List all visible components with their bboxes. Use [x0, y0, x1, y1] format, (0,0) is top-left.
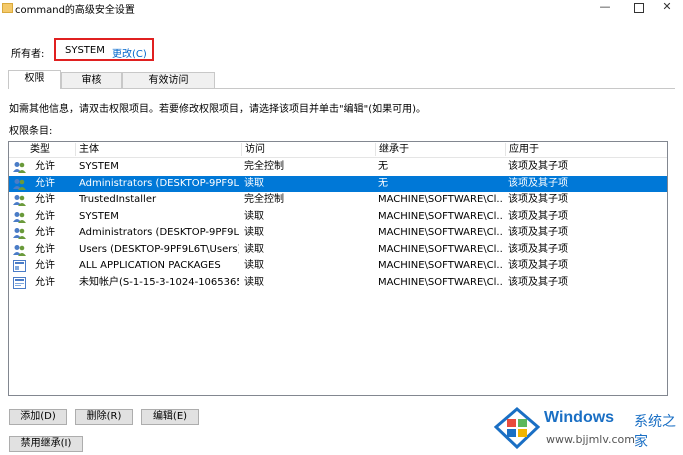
- cell-type: 允许: [35, 227, 55, 238]
- table-row[interactable]: 允许 Users (DESKTOP-9PF9L6T\Users) 读取 MACHINE…: [9, 242, 667, 258]
- cell-inherited: MACHINE\SOFTWARE\Cl...: [378, 194, 502, 205]
- cell-type: 允许: [35, 276, 55, 288]
- table-row[interactable]: 允许 Administrators (DESKTOP-9PF9L... 读取 无 该项及…: [9, 175, 667, 192]
- cell-access: 读取: [244, 276, 264, 288]
- cell-type: 允许: [35, 243, 55, 255]
- users-icon: [13, 211, 26, 223]
- cell-applies: 该项及其子项: [508, 243, 568, 255]
- minimize-button[interactable]: —: [588, 0, 622, 16]
- tab-permissions[interactable]: 权限: [8, 70, 61, 89]
- title-bar: command的高级安全设置 — ✕: [0, 0, 683, 20]
- info-text: 如需其他信息，请双击权限项目。若要修改权限项目，请选择该项目并单击"编辑"(如果…: [9, 104, 427, 115]
- list-header: 类型 主体 访问 继承于 应用于: [9, 142, 667, 158]
- watermark-cn: 系统之家: [634, 414, 676, 450]
- column-header-applies[interactable]: 应用于: [505, 143, 667, 156]
- remove-button[interactable]: 删除(R): [75, 409, 133, 425]
- column-header-access[interactable]: 访问: [241, 143, 375, 156]
- cell-applies: 该项及其子项: [508, 194, 568, 205]
- table-row[interactable]: 允许 TrustedInstaller 完全控制 MACHINE\SOFTWARE\C…: [9, 192, 667, 208]
- cell-inherited: MACHINE\SOFTWARE\Cl...: [378, 276, 502, 288]
- permission-entries-list[interactable]: 类型 主体 访问 继承于 应用于 允许 SYSTEM 完全控制无该项及其子项 允许 Ad…: [8, 141, 668, 396]
- cell-applies: 该项及其子项: [508, 227, 568, 238]
- cell-principal: SYSTEM: [79, 161, 119, 172]
- cell-inherited: MACHINE\SOFTWARE\Cl...: [378, 227, 502, 238]
- folder-icon: [2, 3, 13, 13]
- users-icon: [13, 227, 26, 239]
- cell-applies: 该项及其子项: [508, 260, 568, 271]
- column-header-principal[interactable]: 主体: [75, 143, 241, 156]
- cell-access: 读取: [244, 177, 264, 189]
- close-button[interactable]: ✕: [650, 0, 683, 16]
- owner-value: SYSTEM: [65, 45, 105, 56]
- cell-type: 允许: [35, 177, 55, 189]
- maximize-icon: [634, 3, 644, 13]
- owner-change-link[interactable]: 更改(C): [112, 45, 147, 60]
- owner-label: 所有者:: [11, 49, 45, 60]
- cell-principal: ALL APPLICATION PACKAGES: [79, 260, 221, 271]
- cell-access: 读取: [244, 260, 264, 271]
- cell-inherited: 无: [378, 161, 388, 172]
- table-row[interactable]: 允许 Administrators (DESKTOP-9PF9L... 读取 MACH…: [9, 225, 667, 241]
- cell-type: 允许: [35, 210, 55, 222]
- disable-inheritance-button[interactable]: 禁用继承(I): [9, 436, 83, 452]
- column-header-type[interactable]: 类型: [27, 143, 75, 156]
- edit-button[interactable]: 编辑(E): [141, 409, 199, 425]
- cell-applies: 该项及其子项: [508, 161, 568, 172]
- cell-inherited: MACHINE\SOFTWARE\Cl...: [378, 260, 502, 271]
- table-row[interactable]: 允许 SYSTEM 读取 MACHINE\SOFTWARE\Cl... 该项及其子项: [9, 209, 667, 225]
- window-title: command的高级安全设置: [15, 5, 135, 16]
- table-row[interactable]: 允许 SYSTEM 完全控制 无 该项及其子项: [9, 159, 667, 175]
- cell-principal: Administrators (DESKTOP-9PF9L...: [79, 227, 239, 238]
- cell-type: 允许: [35, 161, 55, 172]
- cell-access: 完全控制: [244, 194, 284, 205]
- cell-inherited: 无: [378, 177, 388, 189]
- cell-principal: Administrators (DESKTOP-9PF9L...: [79, 177, 239, 189]
- tab-divider: [8, 88, 675, 89]
- users-icon: [13, 178, 26, 190]
- watermark-url: www.bjjmlv.com: [546, 433, 635, 446]
- table-row[interactable]: 允许 ALL APPLICATION PACKAGES 读取 MACHINE\SOFT…: [9, 258, 667, 274]
- tab-effective-access[interactable]: 有效访问: [122, 72, 215, 89]
- cell-type: 允许: [35, 194, 55, 205]
- users-icon: [13, 244, 26, 256]
- users-icon: [13, 161, 26, 173]
- watermark-brand: Windows: [544, 409, 615, 426]
- package-icon: [13, 260, 26, 272]
- cell-inherited: MACHINE\SOFTWARE\Cl...: [378, 243, 502, 255]
- unknown-account-icon: [13, 276, 26, 289]
- table-row[interactable]: 允许 未知帐户(S-1-15-3-1024-1065365... 读取 MACHINE…: [9, 275, 667, 291]
- cell-principal: Users (DESKTOP-9PF9L6T\Users): [79, 243, 239, 255]
- cell-access: 读取: [244, 227, 264, 238]
- users-icon: [13, 194, 26, 206]
- windows-logo-icon: [494, 407, 540, 449]
- cell-applies: 该项及其子项: [508, 210, 568, 222]
- add-button[interactable]: 添加(D): [9, 409, 67, 425]
- cell-applies: 该项及其子项: [508, 177, 568, 189]
- cell-principal: 未知帐户(S-1-15-3-1024-1065365...: [79, 276, 239, 288]
- cell-principal: SYSTEM: [79, 210, 119, 222]
- watermark: Windows 系统之家 www.bjjmlv.com: [494, 405, 683, 455]
- cell-inherited: MACHINE\SOFTWARE\Cl...: [378, 210, 502, 222]
- cell-access: 完全控制: [244, 161, 284, 172]
- cell-access: 读取: [244, 210, 264, 222]
- column-header-inherited[interactable]: 继承于: [375, 143, 505, 156]
- cell-principal: TrustedInstaller: [79, 194, 157, 205]
- cell-access: 读取: [244, 243, 264, 255]
- cell-type: 允许: [35, 260, 55, 271]
- tab-auditing[interactable]: 审核: [61, 72, 122, 89]
- cell-applies: 该项及其子项: [508, 276, 568, 288]
- entries-label: 权限条目:: [9, 126, 53, 137]
